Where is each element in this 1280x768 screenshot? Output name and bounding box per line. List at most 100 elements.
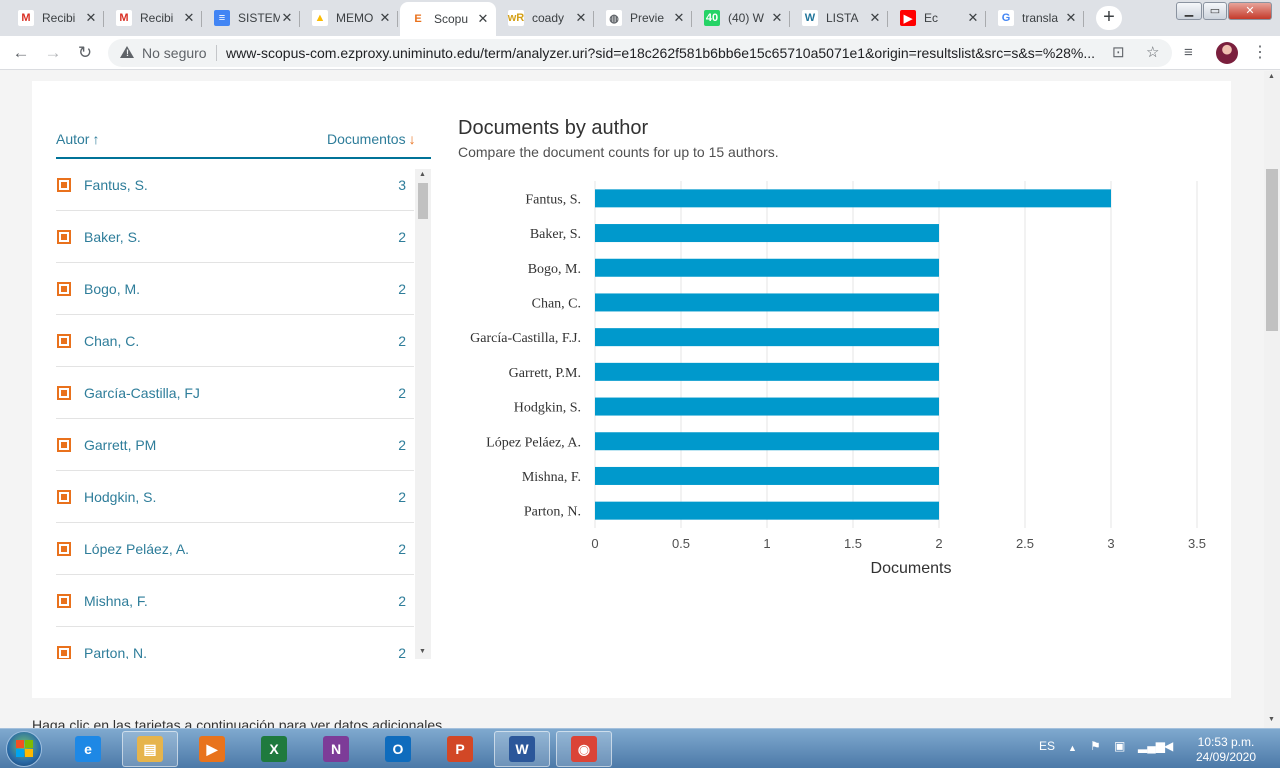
browser-tab[interactable]: wR coady ✕ [498, 4, 594, 32]
browser-tab[interactable]: M Recibi ✕ [106, 4, 202, 32]
power-icon[interactable]: ▣ [1114, 739, 1125, 753]
close-tab-icon[interactable]: ✕ [476, 11, 490, 27]
author-checkbox[interactable] [57, 334, 71, 348]
scroll-thumb[interactable] [418, 183, 428, 219]
bar[interactable] [595, 466, 939, 485]
author-name-link[interactable]: Fantus, S. [84, 177, 148, 193]
close-tab-icon[interactable]: ✕ [182, 10, 196, 26]
system-clock[interactable]: 10:53 p.m. 24/09/2020 [1184, 735, 1268, 765]
show-hidden-icons-arrow-icon[interactable]: ▲ [1068, 743, 1077, 753]
document-count[interactable]: 2 [398, 437, 406, 453]
maximize-button[interactable]: ▭ [1203, 2, 1227, 20]
bar[interactable] [595, 189, 1111, 208]
author-name-link[interactable]: Garrett, PM [84, 437, 156, 453]
close-tab-icon[interactable]: ✕ [770, 10, 784, 26]
address-bar[interactable]: ! No seguro www-scopus-com.ezproxy.unimi… [108, 39, 1172, 67]
close-window-button[interactable]: ✕ [1228, 2, 1272, 20]
taskbar-app-button[interactable]: e [60, 731, 116, 767]
taskbar-app-button[interactable]: W [494, 731, 550, 767]
start-button[interactable] [6, 731, 42, 767]
bar[interactable] [595, 362, 939, 381]
author-checkbox[interactable] [57, 438, 71, 452]
author-name-link[interactable]: Bogo, M. [84, 281, 140, 297]
forward-arrow-icon[interactable]: → [42, 43, 64, 65]
url-text[interactable]: www-scopus-com.ezproxy.uniminuto.edu/ter… [226, 45, 1106, 61]
author-checkbox[interactable] [57, 386, 71, 400]
page-scroll-up-icon[interactable]: ▲ [1268, 73, 1275, 80]
browser-tab[interactable]: 40 (40) W ✕ [694, 4, 790, 32]
close-tab-icon[interactable]: ✕ [1064, 10, 1078, 26]
profile-avatar[interactable] [1216, 42, 1238, 64]
browser-tab[interactable]: E Scopu ✕ [400, 2, 496, 36]
author-name-link[interactable]: García-Castilla, FJ [84, 385, 200, 401]
page-scrollbar[interactable]: ▲ ▼ [1264, 71, 1280, 728]
browser-tab[interactable]: W LISTA ✕ [792, 4, 888, 32]
sort-by-author-header[interactable]: Autor ↑ [56, 131, 99, 147]
author-row[interactable]: López Peláez, A. 2 [56, 523, 414, 575]
author-row[interactable]: Garrett, PM 2 [56, 419, 414, 471]
bar[interactable] [595, 432, 939, 451]
author-name-link[interactable]: López Peláez, A. [84, 541, 189, 557]
back-arrow-icon[interactable]: ← [10, 43, 32, 65]
page-scroll-down-icon[interactable]: ▼ [1268, 716, 1275, 723]
document-count[interactable]: 2 [398, 489, 406, 505]
close-tab-icon[interactable]: ✕ [868, 10, 882, 26]
browser-tab[interactable]: ▶ Ec ✕ [890, 4, 986, 32]
author-name-link[interactable]: Chan, C. [84, 333, 139, 349]
close-tab-icon[interactable]: ✕ [84, 10, 98, 26]
author-checkbox[interactable] [57, 542, 71, 556]
browser-tab[interactable]: ≡ SISTEM ✕ [204, 4, 300, 32]
bookmark-star-icon[interactable]: ☆ [1146, 43, 1159, 61]
volume-icon[interactable]: ◀ [1164, 739, 1173, 753]
close-tab-icon[interactable]: ✕ [378, 10, 392, 26]
browser-tab[interactable]: Gtransla ✕ [988, 4, 1084, 32]
scroll-up-arrow-icon[interactable]: ▲ [419, 171, 426, 178]
document-count[interactable]: 2 [398, 229, 406, 245]
document-count[interactable]: 3 [398, 177, 406, 193]
sort-by-documents-header[interactable]: Documentos ↓ [327, 131, 416, 147]
menu-dots-icon[interactable]: ⋮ [1252, 42, 1268, 62]
taskbar-app-button[interactable]: ▤ [122, 731, 178, 767]
taskbar-app-button[interactable]: ◉ [556, 731, 612, 767]
author-row[interactable]: Chan, C. 2 [56, 315, 414, 367]
language-indicator[interactable]: ES [1039, 739, 1055, 753]
bar[interactable] [595, 328, 939, 347]
close-tab-icon[interactable]: ✕ [574, 10, 588, 26]
reload-icon[interactable]: ↻ [74, 43, 96, 65]
author-row[interactable]: Mishna, F. 2 [56, 575, 414, 627]
author-name-link[interactable]: Baker, S. [84, 229, 141, 245]
author-row[interactable]: Hodgkin, S. 2 [56, 471, 414, 523]
media-control-icon[interactable]: ≡ [1184, 44, 1193, 61]
author-name-link[interactable]: Mishna, F. [84, 593, 148, 609]
browser-tab[interactable]: ▲ MEMO ✕ [302, 4, 398, 32]
minimize-button[interactable]: ▁ [1176, 2, 1202, 20]
document-count[interactable]: 2 [398, 541, 406, 557]
author-checkbox[interactable] [57, 282, 71, 296]
close-tab-icon[interactable]: ✕ [672, 10, 686, 26]
bar[interactable] [595, 258, 939, 277]
bar[interactable] [595, 224, 939, 243]
document-count[interactable]: 2 [398, 281, 406, 297]
author-row[interactable]: Baker, S. 2 [56, 211, 414, 263]
author-row[interactable]: García-Castilla, FJ 2 [56, 367, 414, 419]
author-row[interactable]: Fantus, S. 3 [56, 159, 414, 211]
translate-icon[interactable]: ⊡ [1112, 43, 1125, 61]
bar[interactable] [595, 397, 939, 416]
browser-tab[interactable]: ◍ Previe ✕ [596, 4, 692, 32]
action-center-flag-icon[interactable]: ⚑ [1090, 739, 1101, 753]
document-count[interactable]: 2 [398, 593, 406, 609]
author-row[interactable]: Parton, N. 2 [56, 627, 414, 659]
author-row[interactable]: Bogo, M. 2 [56, 263, 414, 315]
author-checkbox[interactable] [57, 490, 71, 504]
document-count[interactable]: 2 [398, 333, 406, 349]
taskbar-app-button[interactable]: N [308, 731, 364, 767]
new-tab-button[interactable]: + [1096, 6, 1122, 30]
bar[interactable] [595, 501, 939, 520]
browser-tab[interactable]: M Recibi ✕ [8, 4, 104, 32]
author-checkbox[interactable] [57, 178, 71, 192]
taskbar-app-button[interactable]: X [246, 731, 302, 767]
author-list-scrollbar[interactable]: ▲ ▼ [415, 169, 431, 659]
network-signal-icon[interactable]: ▂▄▆ [1138, 739, 1165, 753]
taskbar-app-button[interactable]: O [370, 731, 426, 767]
taskbar-app-button[interactable]: P [432, 731, 488, 767]
